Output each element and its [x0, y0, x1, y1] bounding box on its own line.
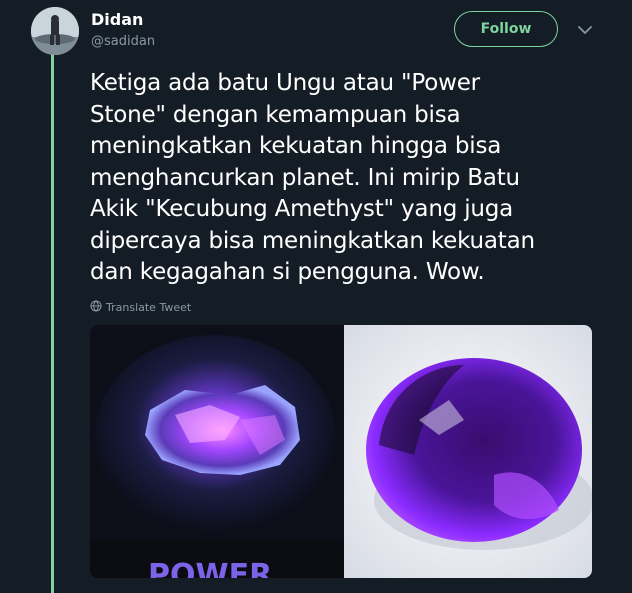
tweet: Didan @sadidan Follow Ketiga ada batu Un… [0, 0, 632, 593]
tweet-text-line: dipercaya bisa meningkatkan kekuatan [90, 227, 535, 254]
tweet-text-line: menghancurkan planet. Ini mirip Batu [90, 164, 520, 191]
user-handle[interactable]: @sadidan [91, 34, 155, 49]
amethyst-image[interactable] [344, 325, 592, 578]
power-caption: POWER [148, 558, 272, 578]
tweet-text-line: Stone" dengan kemampuan bisa [90, 101, 461, 128]
translate-label: Translate Tweet [106, 301, 192, 314]
avatar[interactable] [31, 7, 79, 55]
tweet-text-line: dan kegagahan si pengguna. Wow. [90, 259, 485, 285]
tweet-text: Ketiga ada batu Ungu atau "Power Stone" … [90, 68, 610, 289]
chevron-down-icon[interactable] [576, 22, 594, 36]
media-grid[interactable]: POWER [90, 325, 592, 578]
tweet-text-line: Ketiga ada batu Ungu atau "Power [90, 70, 480, 96]
user-name[interactable]: Didan [91, 10, 143, 29]
translate-tweet-link[interactable]: Translate Tweet [90, 300, 191, 315]
globe-icon [90, 300, 102, 315]
tweet-text-line: Akik "Kecubung Amethyst" yang juga [90, 196, 514, 222]
follow-button[interactable]: Follow [454, 11, 558, 47]
power-stone-image[interactable]: POWER [90, 325, 344, 578]
tweet-text-line: meningkatkan kekuatan hingga bisa [90, 133, 502, 159]
thread-line [51, 54, 54, 593]
